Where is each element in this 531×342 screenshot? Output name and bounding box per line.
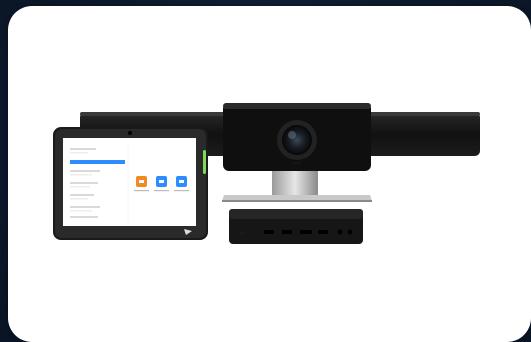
status-light [203, 150, 206, 174]
brand-logo: poly [293, 160, 300, 165]
camera-lens [282, 125, 312, 155]
monitor-stand [222, 171, 372, 202]
mini-pc: hp [229, 209, 363, 244]
svg-text:hp: hp [240, 230, 245, 235]
camera-unit: poly [223, 103, 371, 171]
front-camera-icon [128, 131, 132, 135]
touch-controller [53, 127, 208, 240]
product-photo: poly hp [53, 103, 480, 244]
